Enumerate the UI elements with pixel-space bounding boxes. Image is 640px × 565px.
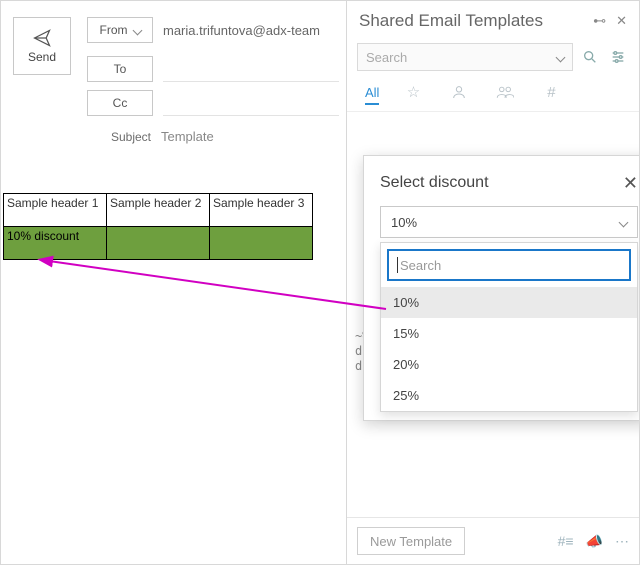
to-row: To (87, 55, 339, 82)
pin-icon[interactable]: ⊷ (593, 13, 606, 29)
send-button[interactable]: Send (13, 17, 71, 75)
search-icon[interactable] (579, 46, 601, 68)
to-label: To (114, 62, 127, 76)
from-value[interactable]: maria.trifuntova@adx-team (163, 19, 339, 42)
chevron-down-icon (132, 25, 142, 35)
more-icon[interactable]: ⋯ (615, 533, 629, 550)
table-data-row: 10% discount (4, 227, 313, 260)
sample-table: Sample header 1 Sample header 2 Sample h… (3, 193, 313, 260)
close-icon[interactable]: ✕ (616, 13, 627, 29)
table-header-cell: Sample header 1 (4, 194, 107, 227)
from-label: From (100, 23, 128, 37)
close-icon[interactable]: ✕ (623, 174, 638, 192)
send-icon (32, 28, 52, 48)
dropdown-option[interactable]: 20% (381, 349, 637, 380)
panel-tabs: All ☆ # (347, 79, 639, 112)
send-label: Send (28, 50, 56, 64)
dropdown-option[interactable]: 15% (381, 318, 637, 349)
footer-icons: #≡ 📣 ⋯ (558, 533, 629, 550)
from-row: From maria.trifuntova@adx-team (87, 17, 339, 43)
panel-header: Shared Email Templates ⊷ ✕ (347, 1, 639, 39)
panel-title: Shared Email Templates (359, 11, 543, 31)
tab-favorites[interactable]: ☆ (401, 81, 425, 103)
dropdown-search-placeholder: Search (400, 258, 441, 273)
tab-team[interactable] (493, 81, 517, 103)
compose-pane: Send From maria.trifuntova@adx-team To C… (1, 1, 347, 564)
cc-button[interactable]: Cc (87, 90, 153, 116)
cc-input[interactable] (163, 89, 339, 116)
chevron-down-icon (556, 52, 566, 62)
tab-all[interactable]: All (365, 81, 379, 105)
discount-cell: 10% discount (4, 227, 107, 260)
search-placeholder: Search (366, 50, 407, 65)
megaphone-icon[interactable]: 📣 (586, 533, 603, 550)
table-header-row: Sample header 1 Sample header 2 Sample h… (4, 194, 313, 227)
panel-search-row: Search (357, 43, 629, 71)
dropdown-search-input[interactable]: Search (387, 249, 631, 281)
discount-dropdown[interactable]: 10% (380, 206, 638, 238)
dropdown-selected: 10% (391, 215, 417, 230)
subject-input[interactable]: Template (161, 125, 339, 148)
panel-search-input[interactable]: Search (357, 43, 573, 71)
table-cell (107, 227, 210, 260)
table-header-cell: Sample header 2 (107, 194, 210, 227)
dropdown-option[interactable]: 10% (381, 287, 637, 318)
to-input[interactable] (163, 55, 339, 82)
panel-footer: New Template #≡ 📣 ⋯ (347, 517, 639, 564)
tab-person[interactable] (447, 81, 471, 103)
subject-row: Subject Template (87, 125, 339, 148)
settings-icon[interactable] (607, 46, 629, 68)
message-body[interactable]: Sample header 1 Sample header 2 Sample h… (3, 193, 347, 260)
select-discount-popup: Select discount ✕ 10% Search 10% 15% 20%… (363, 155, 640, 421)
dropdown-list: Search 10% 15% 20% 25% (380, 242, 638, 412)
cc-row: Cc (87, 89, 339, 116)
cc-label: Cc (113, 96, 128, 110)
tab-hash[interactable]: # (539, 81, 563, 103)
from-button[interactable]: From (87, 17, 153, 43)
app-window: Send From maria.trifuntova@adx-team To C… (0, 0, 640, 565)
popup-title: Select discount (380, 174, 489, 192)
hash-filter-icon[interactable]: #≡ (558, 533, 574, 550)
popup-header: Select discount ✕ (380, 174, 638, 192)
chevron-down-icon (619, 217, 629, 227)
table-header-cell: Sample header 3 (210, 194, 313, 227)
new-template-button[interactable]: New Template (357, 527, 465, 555)
text-caret (397, 257, 398, 273)
to-button[interactable]: To (87, 56, 153, 82)
panel-header-icons: ⊷ ✕ (593, 13, 627, 29)
dropdown-option[interactable]: 25% (381, 380, 637, 411)
subject-label: Subject (87, 130, 151, 144)
table-cell (210, 227, 313, 260)
